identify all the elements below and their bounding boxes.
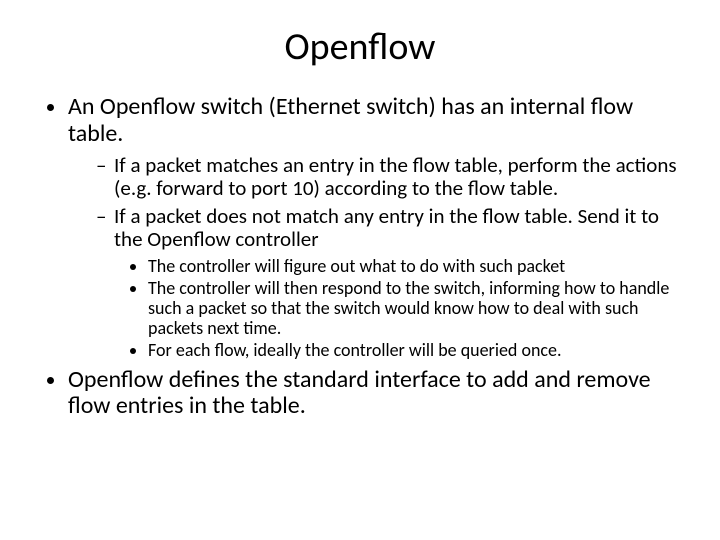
bullet-text: For each flow, ideally the controller wi… — [148, 339, 562, 361]
bullet-item: If a packet matches an entry in the flow… — [96, 154, 680, 201]
bullet-item: Openflow defines the standard interface … — [68, 367, 680, 421]
bullet-text: If a packet does not match any entry in … — [114, 203, 659, 253]
bullet-text: The controller will then respond to the … — [148, 277, 669, 339]
bullet-item: For each flow, ideally the controller wi… — [148, 340, 680, 360]
bullet-item: The controller will figure out what to d… — [148, 256, 680, 276]
bullet-text: An Openflow switch (Ethernet switch) has… — [68, 92, 633, 148]
bullet-item: If a packet does not match any entry in … — [96, 205, 680, 361]
bullet-item: An Openflow switch (Ethernet switch) has… — [68, 94, 680, 361]
bullet-item: The controller will then respond to the … — [148, 278, 680, 338]
bullet-text: If a packet matches an entry in the flow… — [114, 152, 677, 202]
slide-title: Openflow — [40, 24, 680, 70]
bullet-text: The controller will figure out what to d… — [148, 255, 565, 277]
slide: Openflow An Openflow switch (Ethernet sw… — [0, 0, 720, 540]
bullet-list-level3: The controller will figure out what to d… — [114, 256, 680, 361]
bullet-list-level2: If a packet matches an entry in the flow… — [68, 154, 680, 361]
bullet-text: Openflow defines the standard interface … — [68, 365, 651, 421]
bullet-list-level1: An Openflow switch (Ethernet switch) has… — [40, 94, 680, 420]
